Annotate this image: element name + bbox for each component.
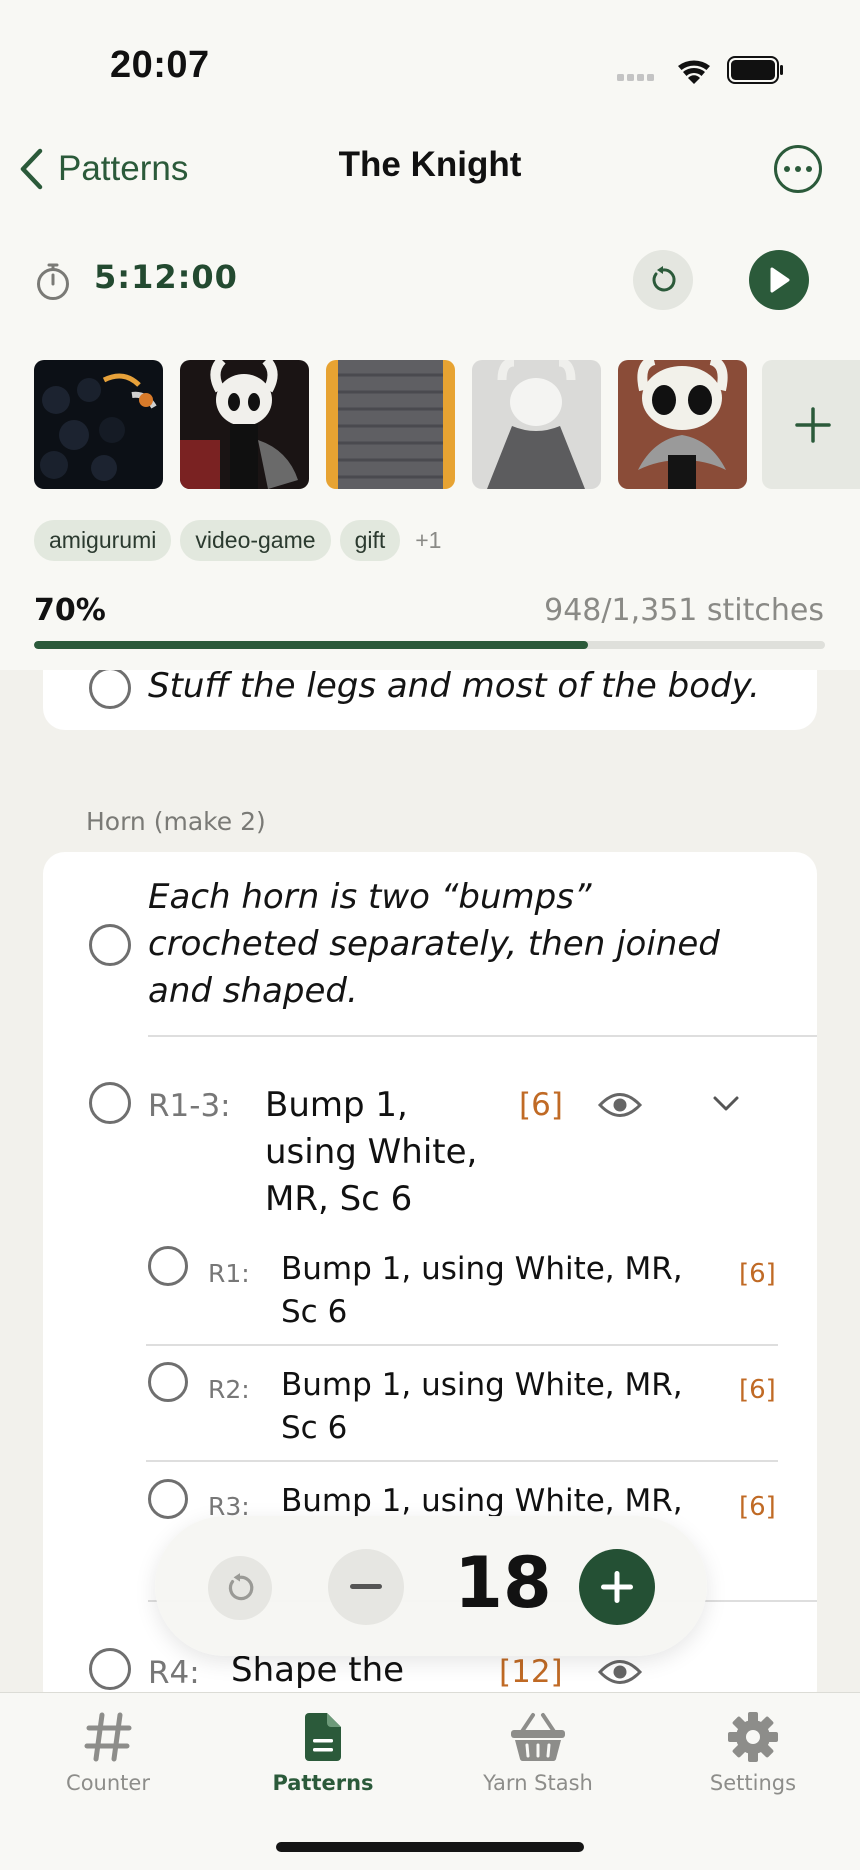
row-checkbox[interactable] <box>148 1246 188 1286</box>
pattern-header: 20:07 Patterns The Knight 5:12:00 amigur… <box>0 0 860 670</box>
step-text: Stuff the legs and most of the body. <box>148 666 760 706</box>
intro-note: Each horn is two “bumps” crocheted separ… <box>148 877 720 1011</box>
tag-more-count[interactable]: +1 <box>415 527 441 554</box>
stitch-count-badge: [6] <box>739 1375 776 1405</box>
tag-chip[interactable]: amigurumi <box>34 520 172 561</box>
row-label: R1-3: <box>148 1088 231 1124</box>
step-checkbox[interactable] <box>89 924 131 966</box>
progress-bar-fill <box>34 641 588 649</box>
tab-settings[interactable]: Settings <box>673 1711 833 1795</box>
section-title: Horn (make 2) <box>86 807 266 836</box>
tab-yarn-stash[interactable]: Yarn Stash <box>458 1711 618 1795</box>
counter-reset-button[interactable] <box>208 1556 272 1620</box>
battery-icon <box>727 56 783 84</box>
row-text: Bump 1, using White, MR, Sc 6 <box>281 1251 683 1330</box>
tab-counter[interactable]: Counter <box>28 1711 188 1795</box>
basket-icon <box>511 1713 565 1762</box>
chevron-down-icon[interactable] <box>712 1095 740 1118</box>
signal-icon <box>617 74 654 81</box>
play-icon <box>770 267 790 293</box>
divider <box>148 1035 817 1037</box>
reset-icon <box>652 266 676 292</box>
row-label: R1: <box>208 1259 250 1288</box>
increment-button[interactable] <box>579 1549 655 1625</box>
tab-label: Patterns <box>272 1771 374 1795</box>
timer-play-button[interactable] <box>749 250 809 310</box>
stitch-count-badge: [6] <box>519 1087 563 1123</box>
row-label: R2: <box>208 1375 250 1404</box>
step-checkbox[interactable] <box>89 667 131 709</box>
stitch-counter: 18 <box>155 1516 707 1656</box>
more-options-button[interactable] <box>774 145 822 193</box>
stitch-count-badge: [6] <box>739 1259 776 1289</box>
chevron-left-icon <box>20 148 43 190</box>
eye-icon[interactable] <box>597 1090 643 1125</box>
wifi-icon <box>678 60 710 84</box>
tag-chip[interactable]: gift <box>339 520 401 561</box>
tab-label: Settings <box>709 1771 797 1795</box>
gear-icon <box>728 1712 778 1762</box>
back-label: Patterns <box>58 149 189 188</box>
row-text: Shape the <box>231 1650 405 1690</box>
plus-icon <box>795 406 831 443</box>
tag-list: amigurumi video-game gift +1 <box>34 520 441 561</box>
tab-label: Yarn Stash <box>483 1771 593 1795</box>
timer-value: 5:12:00 <box>94 258 238 296</box>
photo-thumbnail[interactable] <box>34 360 163 489</box>
photo-thumbnail[interactable] <box>180 360 309 489</box>
tab-patterns[interactable]: Patterns <box>243 1711 403 1795</box>
row-checkbox[interactable] <box>89 1082 131 1124</box>
timer-reset-button[interactable] <box>633 250 693 310</box>
progress-percent: 70% <box>34 593 106 628</box>
hash-icon <box>84 1712 132 1762</box>
decrement-button[interactable] <box>328 1549 404 1625</box>
stitch-count-badge: [6] <box>739 1492 776 1522</box>
row-checkbox[interactable] <box>89 1648 131 1690</box>
add-photo-button[interactable] <box>762 360 860 489</box>
photo-thumbnail[interactable] <box>472 360 601 489</box>
status-time: 20:07 <box>110 44 210 86</box>
document-icon <box>305 1713 341 1761</box>
reset-icon <box>228 1573 254 1601</box>
row-checkbox[interactable] <box>148 1479 188 1519</box>
photo-thumbnail[interactable] <box>326 360 455 489</box>
divider <box>146 1344 778 1346</box>
ellipsis-icon <box>784 166 790 172</box>
row-text: Bump 1, using White, MR, Sc 6 <box>265 1085 478 1219</box>
back-button[interactable]: Patterns <box>18 144 188 194</box>
tab-label: Counter <box>66 1771 150 1795</box>
photo-strip <box>34 360 747 489</box>
eye-icon[interactable] <box>597 1657 643 1692</box>
row-label: R4: <box>148 1655 200 1691</box>
tag-chip[interactable]: video-game <box>180 520 331 561</box>
stitch-count-badge: [12] <box>499 1654 563 1690</box>
stitch-count: 948/1,351 stitches <box>544 593 824 628</box>
divider <box>146 1460 778 1462</box>
row-text: Bump 1, using White, MR, Sc 6 <box>281 1367 683 1446</box>
row-checkbox[interactable] <box>148 1362 188 1402</box>
photo-thumbnail[interactable] <box>618 360 747 489</box>
home-indicator <box>276 1842 584 1852</box>
plus-icon <box>601 1571 633 1603</box>
stopwatch-icon <box>34 262 72 307</box>
status-icons <box>615 52 785 88</box>
minus-icon <box>350 1584 382 1589</box>
counter-value: 18 <box>454 1542 552 1624</box>
progress-bar <box>34 641 825 649</box>
